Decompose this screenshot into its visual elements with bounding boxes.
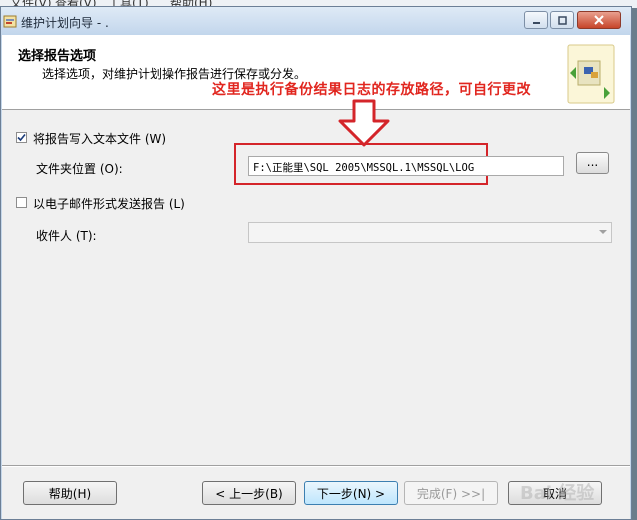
annotation-text: 这里是执行备份结果日志的存放路径，可自行更改 [212,82,531,98]
chevron-down-icon [599,230,607,234]
footer-divider [2,465,630,467]
next-button[interactable]: 下一步(N) > [304,481,398,505]
recipient-select[interactable] [248,222,612,243]
finish-button[interactable]: 完成(F) >>| [404,481,498,505]
help-button[interactable]: 帮助(H) [23,481,117,505]
page-title: 选择报告选项 [18,49,97,64]
recipient-label: 收件人 (T): [36,229,97,243]
folder-location-input[interactable]: F:\正能里\SQL 2005\MSSQL.1\MSSQL\LOG [248,156,564,176]
write-to-file-checkbox[interactable] [16,132,27,143]
close-icon [594,15,604,25]
maximize-button[interactable] [550,11,574,29]
maximize-icon [557,15,567,25]
folder-location-label: 文件夹位置 (O): [36,162,123,176]
annotation-arrow-icon [338,99,390,147]
wizard-app-icon [3,15,17,28]
checkmark-icon [17,133,26,142]
browse-button[interactable]: ... [576,152,609,174]
watermark: Bai 经验 [520,483,595,504]
wizard-graphic-icon [567,44,615,104]
close-button[interactable] [577,11,621,29]
email-report-label[interactable]: 以电子邮件形式发送报告 (L) [33,195,185,212]
title-bar[interactable]: 维护计划向导 - . [1,7,631,35]
window-title: 维护计划向导 - . [21,16,109,30]
minimize-icon [532,21,540,24]
wizard-header: 选择报告选项 选择选项，对维护计划操作报告进行保存或分发。 这里是执行备份结果日… [2,35,630,110]
wizard-window: 维护计划向导 - . 选择报告选项 选择选项，对维护计划操作报告进行保存或分发。… [0,6,632,520]
minimize-button[interactable] [524,11,548,29]
email-report-checkbox[interactable] [16,197,27,208]
write-to-file-label[interactable]: 将报告写入文本文件 (W) [33,130,166,147]
wizard-body: 选择报告选项 选择选项，对维护计划操作报告进行保存或分发。 这里是执行备份结果日… [2,35,630,519]
back-button[interactable]: < 上一步(B) [202,481,296,505]
